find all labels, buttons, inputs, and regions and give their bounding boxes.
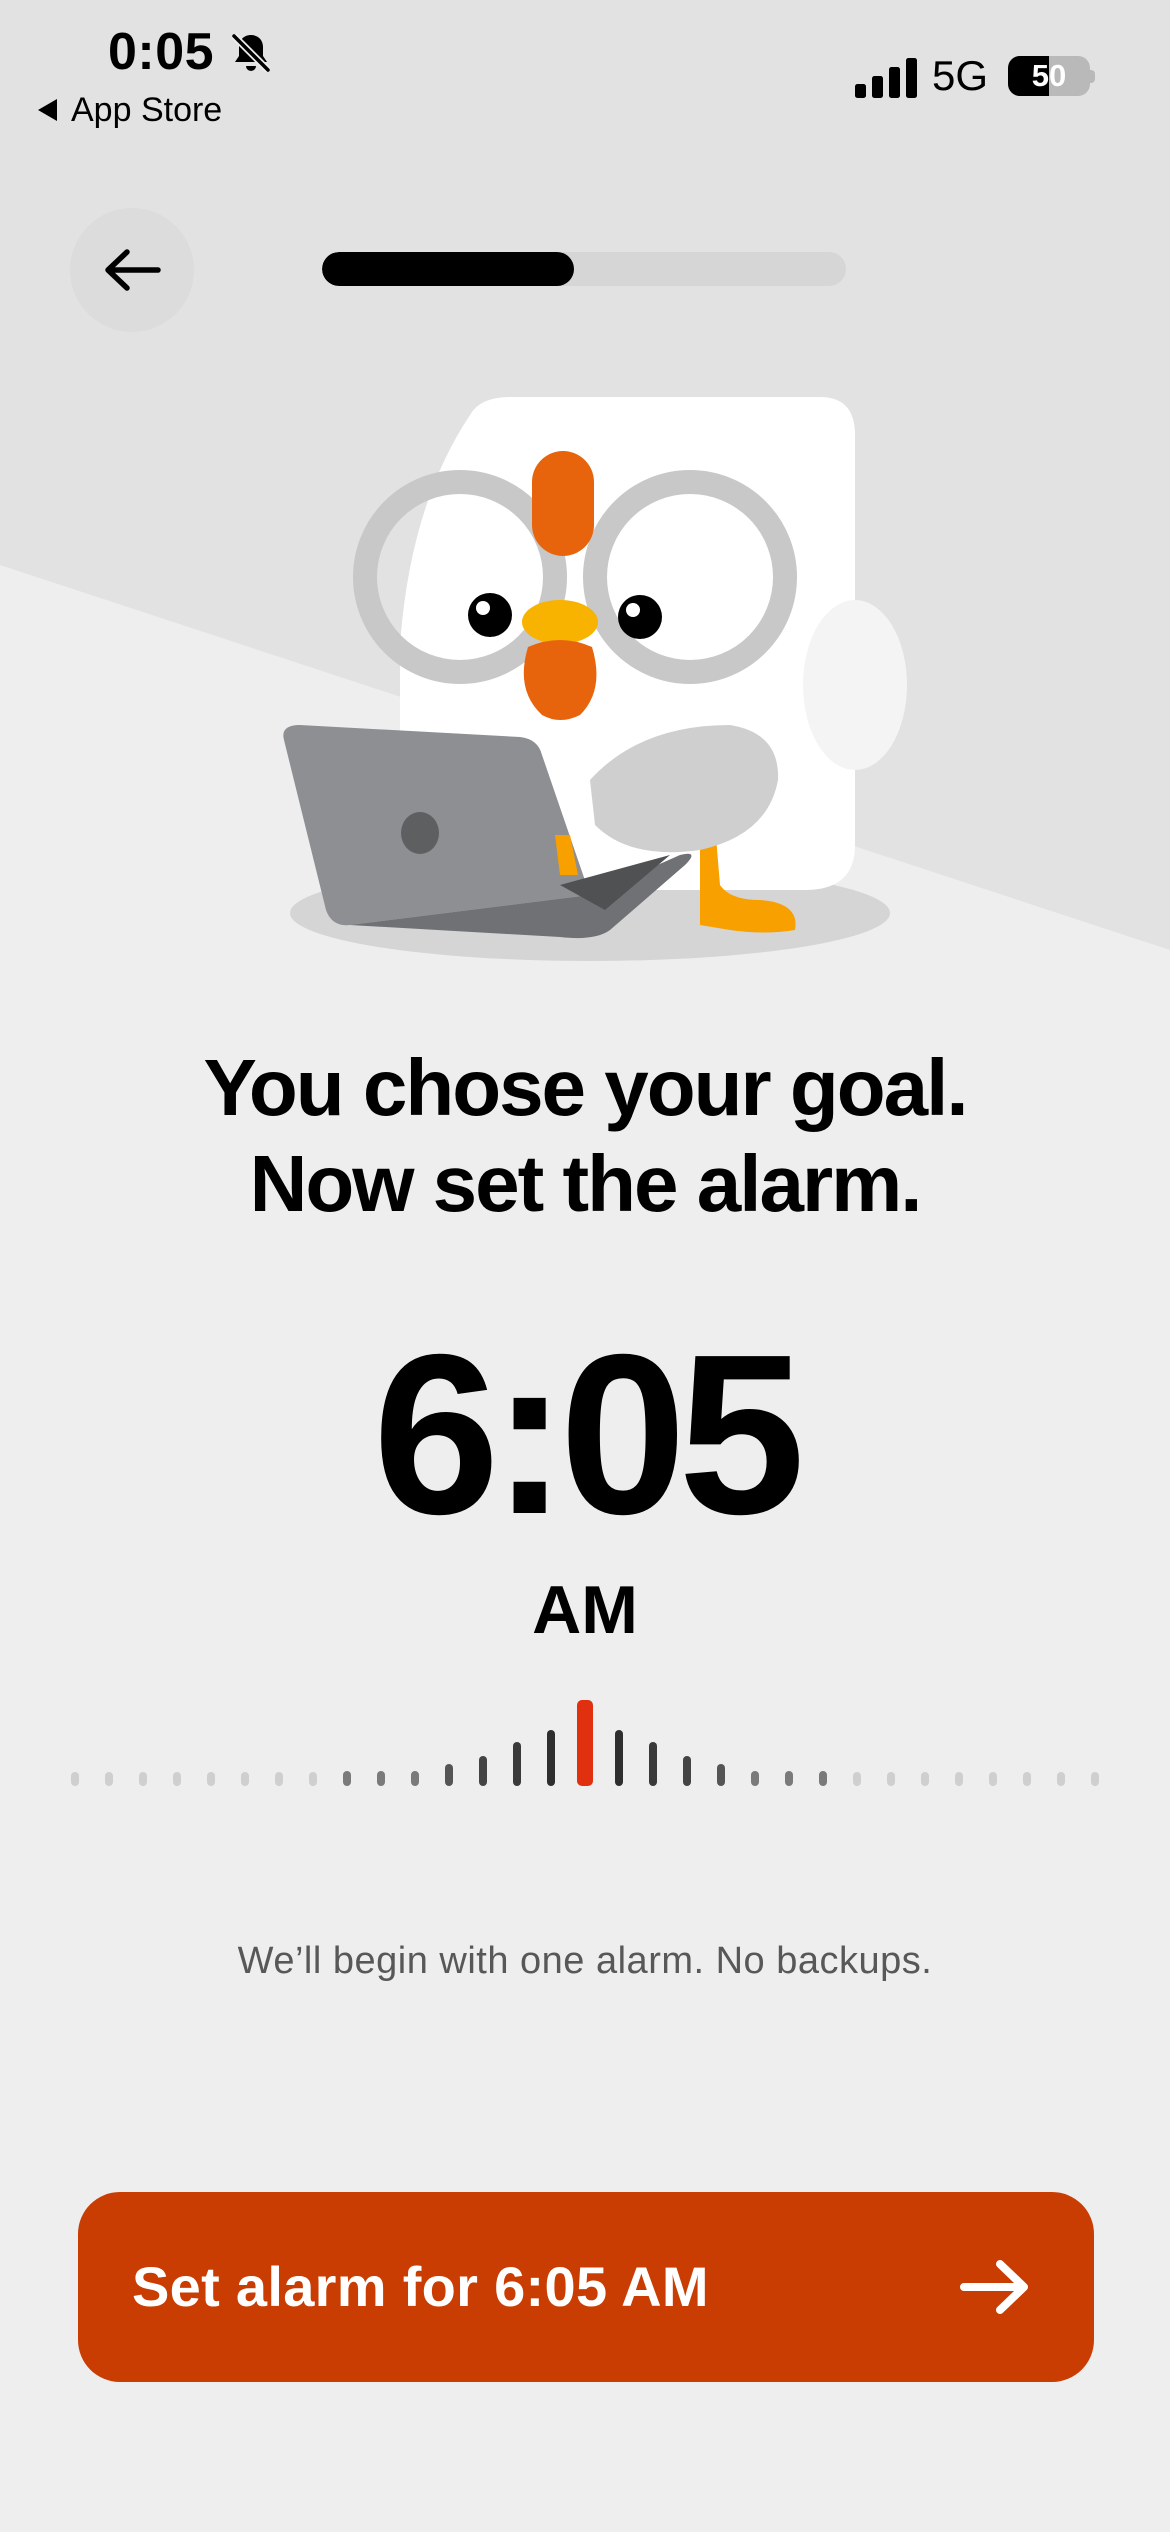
picker-tick — [921, 1772, 929, 1786]
picker-tick — [275, 1772, 283, 1786]
battery-icon: 50 — [1008, 56, 1090, 96]
alarm-meridiem: AM — [532, 1572, 638, 1648]
picker-tick — [479, 1756, 487, 1786]
signal-bars-icon — [855, 58, 917, 98]
alarm-time-display: 6:05 — [372, 1308, 805, 1562]
picker-tick — [683, 1756, 691, 1786]
picker-tick — [615, 1730, 623, 1786]
battery-nub — [1090, 70, 1095, 83]
picker-tick — [717, 1764, 725, 1786]
picker-tick — [547, 1730, 555, 1786]
set-alarm-button[interactable]: Set alarm for 6:05 AM — [78, 2192, 1094, 2382]
picker-tick — [513, 1742, 521, 1786]
arrow-left-icon — [105, 249, 161, 291]
picker-tick — [853, 1772, 861, 1786]
back-to-app-store[interactable]: App Store — [38, 90, 222, 130]
picker-tick — [989, 1772, 997, 1786]
picker-tick — [1057, 1772, 1065, 1786]
picker-tick — [955, 1772, 963, 1786]
network-type: 5G — [932, 52, 989, 99]
picker-tick — [207, 1772, 215, 1786]
picker-indicator — [577, 1700, 593, 1786]
picker-tick — [241, 1772, 249, 1786]
picker-tick — [71, 1772, 79, 1786]
picker-tick — [411, 1771, 419, 1786]
picker-tick — [649, 1742, 657, 1786]
set-alarm-button-label: Set alarm for 6:05 AM — [132, 2255, 709, 2318]
headline-line-1: You chose your goal. — [203, 1043, 968, 1132]
arrow-right-icon — [960, 2260, 1028, 2314]
picker-tick — [819, 1771, 827, 1786]
picker-tick — [139, 1772, 147, 1786]
picker-tick — [1023, 1772, 1031, 1786]
time-picker-ruler[interactable] — [0, 1700, 1170, 1820]
picker-tick — [751, 1771, 759, 1786]
onboarding-progress-bar — [322, 252, 846, 286]
back-to-app-label: App Store — [71, 90, 223, 129]
back-triangle-icon — [38, 99, 57, 121]
picker-tick — [1091, 1772, 1099, 1786]
mascot-illustration — [283, 397, 907, 961]
picker-tick — [887, 1772, 895, 1786]
picker-tick — [309, 1772, 317, 1786]
picker-tick — [173, 1772, 181, 1786]
picker-tick — [377, 1771, 385, 1786]
status-time: 0:05 — [108, 23, 215, 81]
alarm-note: We’ll begin with one alarm. No backups. — [237, 1940, 933, 1982]
battery-percent: 50 — [1031, 58, 1067, 93]
picker-tick — [785, 1771, 793, 1786]
picker-tick — [343, 1771, 351, 1786]
picker-tick — [105, 1772, 113, 1786]
background-shape — [0, 0, 1170, 950]
picker-tick — [445, 1764, 453, 1786]
back-button[interactable] — [70, 208, 194, 332]
progress-fill — [322, 252, 574, 286]
headline-line-2: Now set the alarm. — [249, 1139, 923, 1228]
bell-slash-icon — [231, 33, 271, 73]
